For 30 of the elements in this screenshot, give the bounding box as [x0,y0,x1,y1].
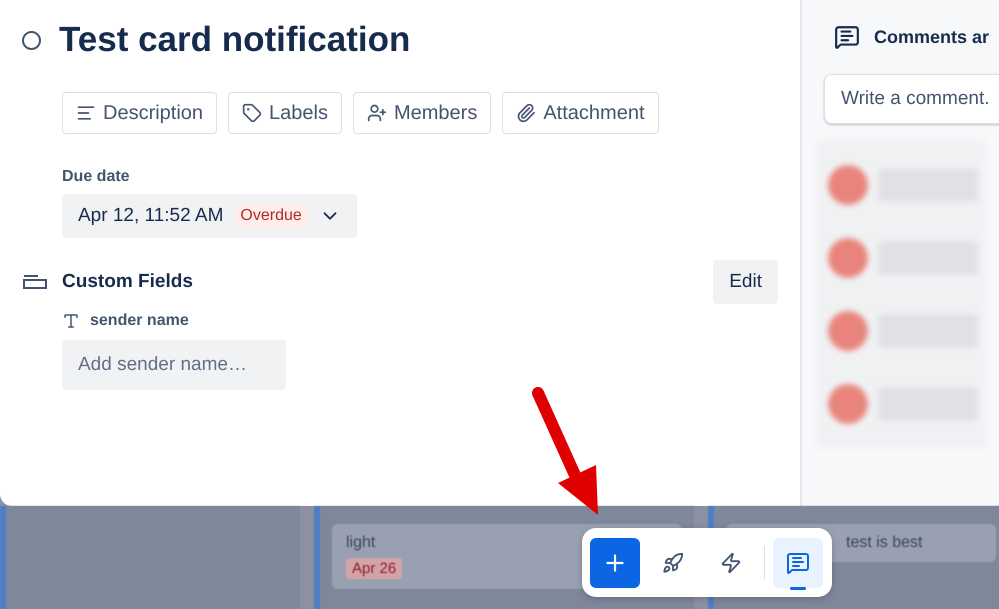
paperclip-icon [516,103,536,123]
overdue-badge: Overdue [235,204,307,228]
card-title: Test card notification [59,20,410,60]
comment-icon [786,550,810,574]
board-card-due: Apr 26 [346,558,402,579]
card-action-button[interactable]: Description [62,92,218,134]
board-card-title: light [346,534,376,552]
custom-fields-title: Custom Fields [62,271,194,293]
comment-icon [834,24,860,50]
board-card-title: test is best [846,534,922,552]
field-label: sender name [90,312,189,330]
field-icon [22,274,48,290]
tag-icon [242,103,262,123]
card-action-button[interactable]: Labels [228,92,342,134]
due-date-button[interactable]: Apr 12, 11:52 AM Overdue [62,194,357,238]
edit-button[interactable]: Edit [713,260,778,304]
card-action-button[interactable]: Members [352,92,492,134]
card-action-button[interactable]: Attachment [502,92,659,134]
due-date-value: Apr 12, 11:52 AM [78,205,224,227]
text-type-icon [62,312,80,330]
add-user-icon [366,103,387,123]
complete-checkbox[interactable] [22,30,41,50]
sender-name-field[interactable]: Add sender name… [62,340,286,390]
rocket-icon [662,552,684,574]
comments-title: Comments ar [874,26,990,48]
toolbar-button[interactable] [773,538,823,588]
add-button[interactable] [590,538,640,588]
due-date-label: Due date [62,168,131,186]
lightning-icon [720,552,742,574]
comment-field[interactable]: Write a comment. [824,74,999,124]
